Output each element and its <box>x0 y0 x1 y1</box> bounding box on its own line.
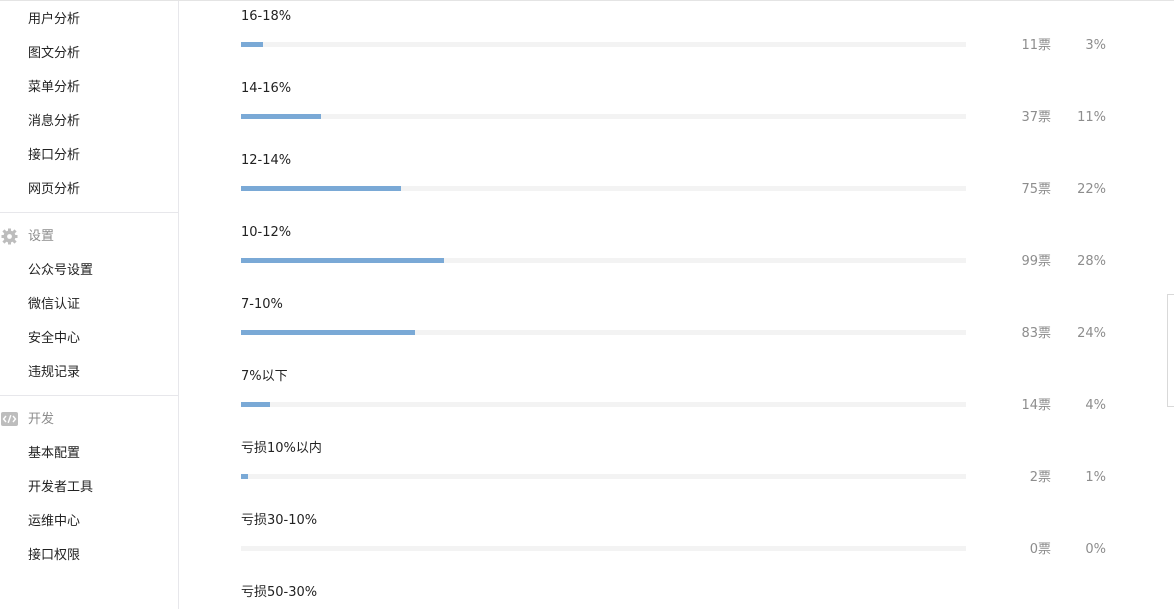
sidebar-item-developer-tools[interactable]: 开发者工具 <box>28 480 93 496</box>
poll-option-votes: 2票 <box>1029 470 1051 485</box>
poll-option-label: 16-18% <box>241 9 292 24</box>
poll-option-percent: 22% <box>1077 182 1106 197</box>
poll-option-label: 7-10% <box>241 297 283 312</box>
poll-option-votes: 99票 <box>1021 254 1051 269</box>
poll-option-label: 亏损50-30% <box>241 585 318 600</box>
sidebar-item-security-center[interactable]: 安全中心 <box>28 331 80 347</box>
poll-option-percent: 3% <box>1085 38 1106 53</box>
poll-option-label: 12-14% <box>241 153 292 168</box>
poll-option-percent: 4% <box>1085 398 1106 413</box>
sidebar-item-menu-analysis[interactable]: 菜单分析 <box>28 80 80 96</box>
poll-option-bar <box>241 546 966 551</box>
poll-option-bar <box>241 114 966 119</box>
sidebar: 用户分析 图文分析 菜单分析 消息分析 接口分析 网页分析 设置 公众号设置 微… <box>0 1 179 609</box>
sidebar-item-message-analysis[interactable]: 消息分析 <box>28 114 80 130</box>
poll-option-label: 7%以下 <box>241 369 288 384</box>
sidebar-item-violation-records[interactable]: 违规记录 <box>28 365 80 381</box>
scrollbar-edge[interactable] <box>1167 294 1174 407</box>
poll-option-bar <box>241 330 966 335</box>
poll-option-label: 亏损30-10% <box>241 513 318 528</box>
sidebar-divider <box>0 395 178 396</box>
poll-option-label: 亏损10%以内 <box>241 441 322 456</box>
poll-option-bar-fill <box>241 402 270 407</box>
poll-option-bar <box>241 258 966 263</box>
poll-option-bar-fill <box>241 474 248 479</box>
develop-section-title: 开发 <box>28 412 55 427</box>
sidebar-item-wechat-verification[interactable]: 微信认证 <box>28 297 80 313</box>
poll-option-bar-fill <box>241 330 415 335</box>
poll-option-percent: 11% <box>1077 110 1106 125</box>
settings-section-title: 设置 <box>28 229 55 244</box>
poll-option-bar-fill <box>241 42 263 47</box>
sidebar-item-web-analysis[interactable]: 网页分析 <box>28 182 80 198</box>
poll-option-votes: 0票 <box>1029 542 1051 557</box>
poll-option-percent: 1% <box>1085 470 1106 485</box>
poll-results: 16-18% 11票 3% 14-16% 37票 11% 12-14% 75票 … <box>179 1 1167 609</box>
poll-option-percent: 24% <box>1077 326 1106 341</box>
app-frame: 用户分析 图文分析 菜单分析 消息分析 接口分析 网页分析 设置 公众号设置 微… <box>0 0 1174 609</box>
code-icon <box>1 411 18 428</box>
sidebar-item-user-analysis[interactable]: 用户分析 <box>28 12 80 28</box>
sidebar-section-settings: 设置 <box>0 228 178 246</box>
poll-option-votes: 75票 <box>1021 182 1051 197</box>
sidebar-section-develop: 开发 <box>0 411 178 429</box>
poll-option-percent: 0% <box>1085 542 1106 557</box>
poll-option-bar <box>241 402 966 407</box>
poll-option-votes: 11票 <box>1021 38 1051 53</box>
poll-option-votes: 37票 <box>1021 110 1051 125</box>
sidebar-divider <box>0 212 178 213</box>
poll-option-label: 14-16% <box>241 81 292 96</box>
poll-option-votes: 14票 <box>1021 398 1051 413</box>
sidebar-item-ops-center[interactable]: 运维中心 <box>28 514 80 530</box>
sidebar-item-basic-config[interactable]: 基本配置 <box>28 446 80 462</box>
poll-option-bar-fill <box>241 114 321 119</box>
sidebar-item-api-permissions[interactable]: 接口权限 <box>28 548 80 564</box>
sidebar-item-article-analysis[interactable]: 图文分析 <box>28 46 80 62</box>
poll-option-bar <box>241 186 966 191</box>
poll-option-bar-fill <box>241 186 401 191</box>
poll-option-label: 10-12% <box>241 225 292 240</box>
poll-option-percent: 28% <box>1077 254 1106 269</box>
poll-option-bar <box>241 42 966 47</box>
poll-option-bar-fill <box>241 258 444 263</box>
sidebar-item-account-settings[interactable]: 公众号设置 <box>28 263 93 279</box>
gear-icon <box>1 228 18 245</box>
poll-option-bar <box>241 474 966 479</box>
sidebar-item-api-analysis[interactable]: 接口分析 <box>28 148 80 164</box>
poll-option-votes: 83票 <box>1021 326 1051 341</box>
